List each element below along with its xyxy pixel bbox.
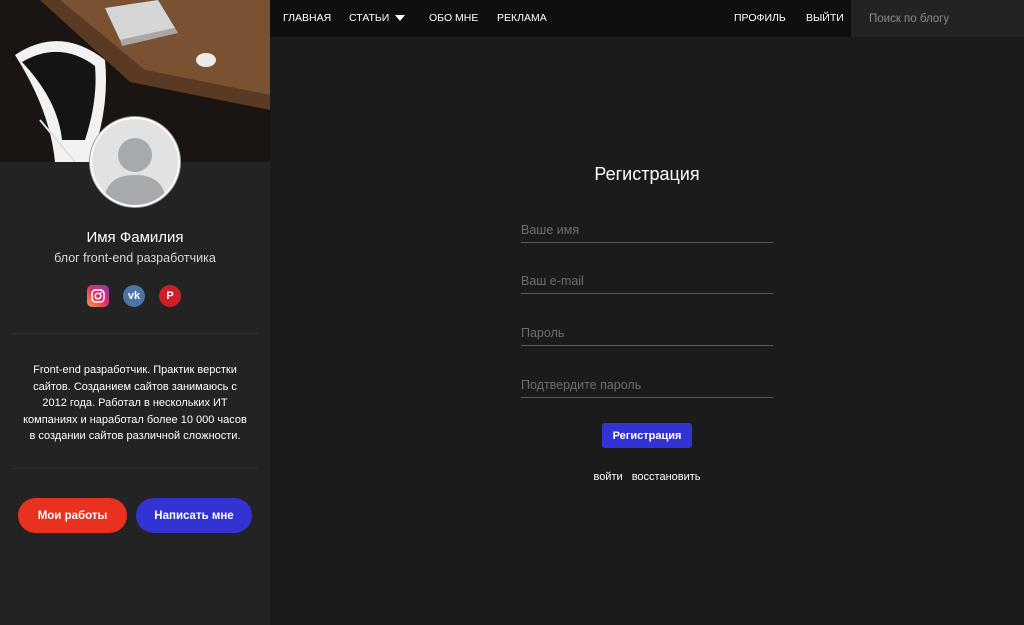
avatar — [90, 117, 180, 207]
user-placeholder-icon — [92, 119, 178, 205]
sidebar-divider — [12, 468, 258, 469]
sidebar-divider — [12, 333, 258, 334]
form-links: войти восстановить — [270, 471, 1024, 483]
form-title: Регистрация — [594, 164, 700, 184]
sidebar: Имя Фамилия блог front-end разработчика … — [0, 0, 270, 625]
login-link[interactable]: войти — [593, 471, 622, 483]
pinterest-icon[interactable]: P — [159, 285, 181, 307]
my-works-button[interactable]: Мои работы — [18, 498, 127, 533]
profile-name: Имя Фамилия — [86, 229, 184, 246]
main-content: Регистрация Регистрация войти восстанови… — [270, 37, 1024, 625]
chevron-down-icon[interactable] — [395, 15, 405, 21]
confirm-password-field[interactable] — [521, 372, 773, 398]
nav-about[interactable]: ОБО МНЕ — [429, 12, 478, 24]
password-field[interactable] — [521, 320, 773, 346]
email-field[interactable] — [521, 268, 773, 294]
top-navigation: ГЛАВНАЯ СТАТЬИ ОБО МНЕ РЕКЛАМА ПРОФИЛЬ В… — [270, 0, 1024, 37]
about-text: Front-end разработчик. Практик верстки с… — [23, 364, 247, 442]
nav-profile[interactable]: ПРОФИЛЬ — [734, 12, 786, 24]
social-links: vk P — [87, 285, 181, 307]
nav-home[interactable]: ГЛАВНАЯ — [283, 12, 331, 24]
write-me-button[interactable]: Написать мне — [136, 498, 252, 533]
nav-logout[interactable]: ВЫЙТИ — [806, 12, 844, 24]
instagram-icon[interactable] — [87, 285, 109, 307]
profile-subtitle: блог front-end разработчика — [54, 251, 216, 265]
vk-icon[interactable]: vk — [123, 285, 145, 307]
restore-link[interactable]: восстановить — [632, 471, 701, 483]
pinterest-glyph: P — [166, 290, 174, 302]
register-button[interactable]: Регистрация — [602, 423, 692, 448]
vk-glyph: vk — [127, 290, 141, 302]
nav-articles[interactable]: СТАТЬИ — [349, 12, 389, 24]
search-input[interactable] — [851, 0, 1024, 37]
nav-ads[interactable]: РЕКЛАМА — [497, 12, 547, 24]
name-field[interactable] — [521, 217, 773, 243]
